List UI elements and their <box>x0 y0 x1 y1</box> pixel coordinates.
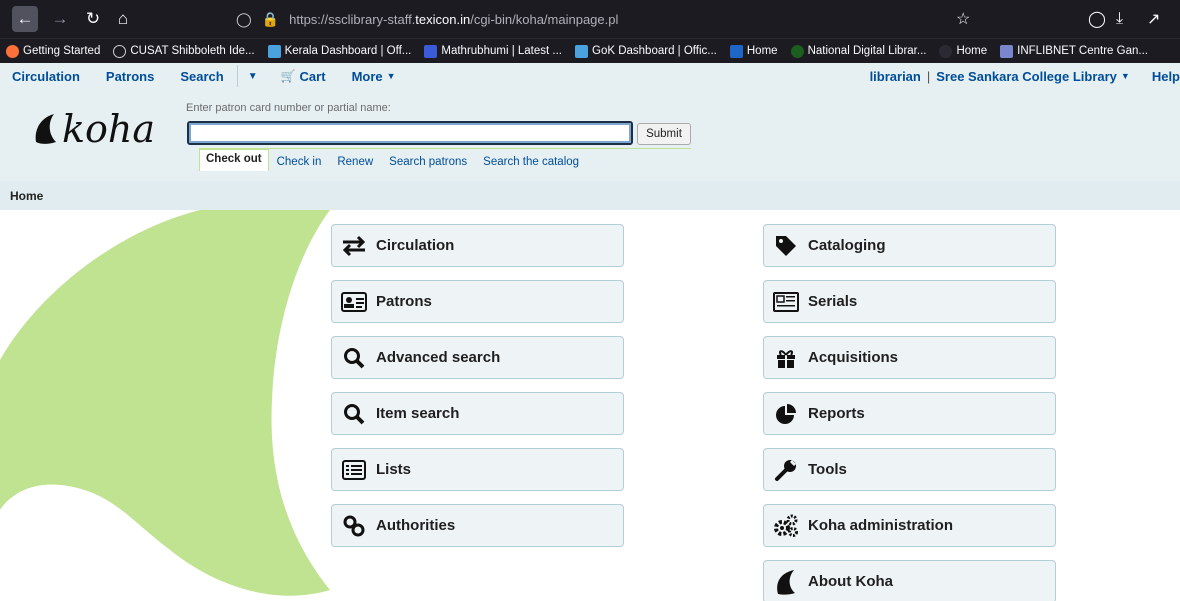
mathrubhumi-icon <box>424 44 438 58</box>
share-icon[interactable]: ↗ <box>1147 6 1160 32</box>
module-acquisitions[interactable]: Acquisitions <box>763 336 1056 379</box>
pocket-icon[interactable]: ◯ <box>1088 6 1106 32</box>
bookmark-mathrubhumi[interactable]: Mathrubhumi | Latest ... <box>424 44 562 58</box>
module-koha-administration[interactable]: Koha administration <box>763 504 1056 547</box>
wrench-icon <box>773 457 799 483</box>
module-advanced-search[interactable]: Advanced search <box>331 336 624 379</box>
firefox-icon <box>6 44 19 58</box>
breadcrumb-home[interactable]: Home <box>10 189 43 203</box>
koha-leaf-icon <box>773 569 799 595</box>
download-icon[interactable]: ⤓ <box>1116 6 1123 32</box>
nav-library[interactable]: Sree Sankara College Library ▼ <box>930 69 1142 84</box>
chevron-down-icon: ▼ <box>1120 71 1130 81</box>
tab-search-patrons[interactable]: Search patrons <box>381 153 475 171</box>
url-text[interactable]: https://ssclibrary-staff.texicon.in/cgi-… <box>289 12 618 27</box>
tab-search-catalog[interactable]: Search the catalog <box>475 153 587 171</box>
module-item-search[interactable]: Item search <box>331 392 624 435</box>
cart-icon: 🛒 <box>280 69 296 83</box>
ndl-icon <box>790 44 804 58</box>
koha-top-nav: Circulation Patrons Search ▼ 🛒 Cart More ▼… <box>0 63 1180 89</box>
search-tabs: Check out Check in Renew Search patrons … <box>199 149 587 171</box>
dashboard-icon <box>267 44 281 58</box>
newspaper-icon <box>773 289 799 315</box>
nav-right-group: librarian | Sree Sankara College Library… <box>864 69 1180 84</box>
module-patrons[interactable]: Patrons <box>331 280 624 323</box>
module-lists[interactable]: Lists <box>331 448 624 491</box>
globe-icon <box>113 44 127 58</box>
bookmark-home-2[interactable]: Home <box>939 44 987 58</box>
main-content: Circulation Patrons Advanced search Item… <box>0 210 1180 601</box>
back-icon[interactable]: ← <box>12 6 38 32</box>
tag-icon <box>773 233 799 259</box>
bookmark-gok-dashboard[interactable]: GoK Dashboard | Offic... <box>575 44 717 58</box>
tab-check-in[interactable]: Check in <box>269 153 330 171</box>
link-icon <box>341 513 367 539</box>
nav-cart[interactable]: 🛒 Cart <box>268 69 339 84</box>
reload-icon[interactable]: ↻ <box>80 6 106 32</box>
search-dropdown-caret-icon[interactable]: ▼ <box>238 71 268 82</box>
forward-icon[interactable]: → <box>47 6 73 32</box>
home-bookmark-icon <box>729 44 743 58</box>
list-icon <box>341 457 367 483</box>
nav-patrons[interactable]: Patrons <box>93 69 167 84</box>
gift-icon <box>773 345 799 371</box>
browser-toolbar: ← → ↻ ⌂ ◯ 🔒 https://ssclibrary-staff.tex… <box>0 0 1180 38</box>
lock-icon[interactable]: 🔒 <box>262 11 279 28</box>
module-authorities[interactable]: Authorities <box>331 504 624 547</box>
nav-more[interactable]: More ▼ <box>339 69 409 84</box>
dashboard-icon <box>575 44 588 58</box>
koha-leaf-icon <box>35 114 56 144</box>
nav-user[interactable]: librarian <box>864 69 927 84</box>
module-cataloging[interactable]: Cataloging <box>763 224 1056 267</box>
chevron-down-icon: ▼ <box>386 71 396 81</box>
bookmark-inflibnet[interactable]: INFLIBNET Centre Gan... <box>1000 44 1148 58</box>
module-about-koha[interactable]: About Koha <box>763 560 1056 601</box>
nav-search[interactable]: Search <box>167 69 236 84</box>
bookmark-home[interactable]: Home <box>729 44 778 58</box>
search-icon <box>341 401 367 427</box>
breadcrumb: Home <box>0 181 1180 210</box>
nav-circulation[interactable]: Circulation <box>0 69 93 84</box>
home-icon[interactable]: ⌂ <box>110 6 136 32</box>
bookmark-getting-started[interactable]: Getting Started <box>6 44 100 58</box>
patron-search-input[interactable] <box>187 121 633 145</box>
bookmark-cusat[interactable]: CUSAT Shibboleth Ide... <box>113 44 255 58</box>
pie-chart-icon <box>773 401 799 427</box>
module-reports[interactable]: Reports <box>763 392 1056 435</box>
home-bookmark-icon <box>939 44 953 58</box>
koha-leaf-background <box>0 210 330 601</box>
module-serials[interactable]: Serials <box>763 280 1056 323</box>
shield-icon[interactable]: ◯ <box>236 11 252 28</box>
koha-logo[interactable]: koha <box>32 107 155 151</box>
bookmarks-bar: Getting Started CUSAT Shibboleth Ide... … <box>0 38 1180 63</box>
module-tools[interactable]: Tools <box>763 448 1056 491</box>
tab-renew[interactable]: Renew <box>329 153 381 171</box>
search-label: Enter patron card number or partial name… <box>186 102 391 114</box>
address-bar[interactable]: ◯ 🔒 https://ssclibrary-staff.texicon.in/… <box>236 7 618 31</box>
tab-check-out[interactable]: Check out <box>199 149 269 171</box>
nav-help[interactable]: Help <box>1142 69 1180 84</box>
module-circulation[interactable]: Circulation <box>331 224 624 267</box>
bookmark-star-icon[interactable]: ☆ <box>956 6 970 32</box>
inflibnet-icon <box>1000 44 1014 58</box>
gears-icon <box>773 513 799 539</box>
submit-button[interactable]: Submit <box>637 123 691 145</box>
exchange-icon <box>341 233 367 259</box>
id-card-icon <box>341 289 367 315</box>
search-icon <box>341 345 367 371</box>
bookmark-ndl[interactable]: National Digital Librar... <box>790 44 926 58</box>
bookmark-kerala-dashboard[interactable]: Kerala Dashboard | Off... <box>267 44 411 58</box>
header-search-area: koha Enter patron card number or partial… <box>0 89 1180 181</box>
